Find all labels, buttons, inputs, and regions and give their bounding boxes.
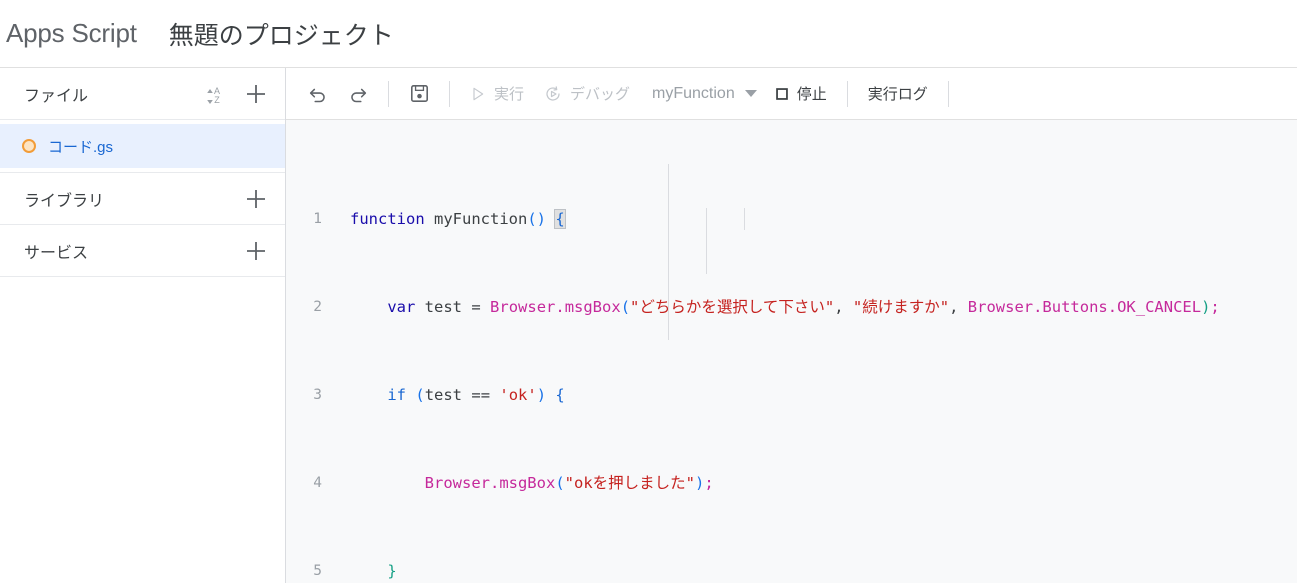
line-number: 2 (313, 299, 322, 315)
code-line-row: 5 } (286, 560, 1297, 582)
file-list-item-code-gs[interactable]: コード.gs (0, 124, 285, 168)
token-function-name: myFunction (434, 210, 528, 228)
token-semicolon: ; (704, 474, 714, 492)
function-select[interactable]: myFunction (640, 76, 765, 112)
editor-toolbar: 実行 デバッグ myFunction 停止 実行ログ (286, 68, 1297, 120)
stop-button[interactable]: 停止 (765, 76, 837, 112)
app-header: Apps Script 無題のプロジェクト (0, 0, 1297, 68)
code-line-row: 4 Browser.msgBox("okを押しました"); (286, 472, 1297, 494)
token-parens: () (527, 210, 546, 228)
circle-icon (22, 139, 36, 153)
token-object: Browser (424, 474, 490, 492)
execution-log-label: 実行ログ (867, 86, 928, 103)
sort-az-icon[interactable]: A Z (203, 81, 229, 107)
file-list: コード.gs (0, 120, 285, 173)
add-file-plus-icon[interactable] (243, 81, 269, 107)
token-string: "どちらかを選択して下さい" (630, 298, 835, 316)
main-body: ファイル A Z コード.gs ライブラリ サービス 実行 デバッグ myFun… (0, 68, 1297, 583)
editor-pane: 実行 デバッグ myFunction 停止 実行ログ 1 function my… (286, 68, 1297, 583)
stop-square-icon (775, 87, 788, 100)
code-line-row: 3 if (test == 'ok') { (286, 384, 1297, 406)
chevron-down-icon (744, 90, 757, 97)
sidebar-section-files-label: ファイル (24, 87, 89, 105)
token-comma: , (834, 298, 844, 316)
sidebar-section-files: ファイル A Z (0, 68, 285, 120)
token-keyword: function (350, 210, 425, 228)
line-number: 1 (313, 211, 322, 227)
sidebar-section-services[interactable]: サービス (0, 225, 285, 277)
run-button-label: 実行 (494, 86, 525, 103)
token-string: 'ok' (499, 386, 537, 404)
sidebar-empty-space (0, 277, 285, 583)
token-lparen: ( (555, 474, 565, 492)
toolbar-separator (947, 80, 949, 107)
debug-button-label: デバッグ (570, 86, 631, 103)
toolbar-separator (846, 80, 848, 107)
token-rparen: ) (694, 474, 705, 492)
code-line-content[interactable]: Browser.msgBox("okを押しました"); (332, 472, 1297, 494)
token-operator: == (471, 386, 491, 404)
indent-guide (744, 208, 745, 230)
token-identifier: test (424, 386, 463, 404)
app-brand-label: Apps Script (6, 18, 137, 48)
toolbar-separator (388, 80, 389, 107)
line-number: 4 (313, 475, 322, 491)
token-operator: = (471, 298, 481, 316)
undo-icon[interactable] (301, 77, 335, 111)
add-service-plus-icon[interactable] (243, 238, 269, 264)
debug-icon (546, 85, 560, 101)
token-comma: , (949, 298, 959, 316)
token-keyword: var (387, 298, 416, 316)
token-method: .msgBox (489, 474, 556, 492)
function-select-value: myFunction (652, 84, 735, 102)
svg-text:Z: Z (214, 95, 220, 105)
token-close-brace: } (387, 562, 397, 580)
sidebar-section-libraries[interactable]: ライブラリ (0, 173, 285, 225)
project-title[interactable]: 無題のプロジェクト (169, 16, 394, 52)
toolbar-separator (449, 80, 450, 107)
token-string: "okを押しました" (564, 474, 695, 492)
token-lparen: ( (620, 298, 631, 316)
token-semicolon: ; (1210, 298, 1220, 316)
code-line-content[interactable]: function myFunction() { (332, 208, 1297, 230)
file-name-label: コード.gs (48, 138, 114, 156)
token-open-brace: { (554, 209, 566, 229)
token-open-brace: { (555, 386, 565, 404)
token-identifier: test (424, 298, 462, 316)
code-line-content[interactable]: if (test == 'ok') { (332, 384, 1297, 406)
sidebar: ファイル A Z コード.gs ライブラリ サービス (0, 68, 286, 583)
sidebar-section-libraries-label: ライブラリ (24, 192, 105, 210)
line-number: 5 (313, 563, 322, 579)
stop-button-label: 停止 (796, 86, 827, 103)
indent-guide (668, 164, 669, 340)
token-keyword: if (387, 386, 406, 404)
indent-guide (706, 208, 707, 274)
token-object-path: Browser.Buttons.OK_CANCEL (967, 298, 1202, 316)
play-icon (473, 87, 484, 100)
token-lparen: ( (415, 386, 425, 404)
token-string: "続けますか" (852, 298, 950, 316)
token-object: Browser (490, 298, 556, 316)
token-rparen: ) (536, 386, 547, 404)
code-lines: 1 function myFunction() { 2 var test = B… (286, 142, 1297, 583)
save-icon[interactable] (402, 77, 436, 111)
add-library-plus-icon[interactable] (243, 186, 269, 212)
code-line-content[interactable]: } (332, 560, 1297, 582)
code-line-row: 2 var test = Browser.msgBox("どちらかを選択して下さ… (286, 296, 1297, 318)
token-method: .msgBox (555, 298, 621, 316)
code-line-content[interactable]: var test = Browser.msgBox("どちらかを選択して下さい"… (332, 296, 1297, 318)
run-button[interactable]: 実行 (460, 76, 534, 112)
execution-log-button[interactable]: 実行ログ (858, 76, 938, 112)
code-editor[interactable]: 1 function myFunction() { 2 var test = B… (286, 120, 1297, 583)
line-number: 3 (313, 387, 322, 403)
apps-script-window: Apps Script 無題のプロジェクト ファイル A Z コード.gs ライ… (0, 0, 1297, 583)
debug-button[interactable]: デバッグ (534, 76, 640, 112)
sidebar-section-services-label: サービス (24, 244, 89, 262)
code-line-row: 1 function myFunction() { (286, 208, 1297, 230)
redo-icon[interactable] (341, 77, 375, 111)
